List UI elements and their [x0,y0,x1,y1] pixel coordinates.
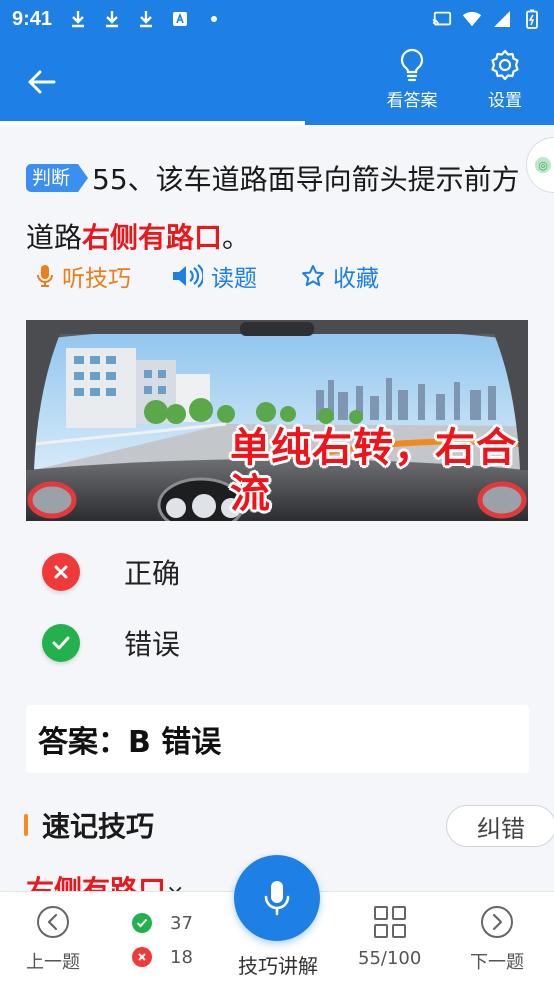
option-incorrect[interactable]: 错误 [42,622,180,664]
show-answer-button[interactable]: 看答案 [376,48,448,118]
microphone-icon [264,881,290,916]
question-highlight: 右侧有路口 [82,221,223,254]
floating-assistant-button[interactable]: ◎ [526,137,554,193]
gear-icon [491,49,519,81]
question-type-tag: 判断 [26,164,89,192]
tip-first-line: 右侧有路口× [26,869,184,891]
system-icons [432,9,542,29]
wrong-count: 18 [170,946,193,968]
notification-icons [68,9,224,29]
status-bar: 9:41 [0,0,554,38]
tips-heading: 速记技巧 [24,805,154,845]
heading-accent-bar [24,814,28,836]
listen-tip-label: 听技巧 [62,266,131,292]
favorite-label: 收藏 [333,266,379,292]
answer-stats[interactable]: 37 18 [132,906,202,974]
previous-question-label: 上一题 [26,952,80,973]
question-text-suffix: 。 [222,221,251,254]
download-icon [68,9,88,29]
answer-text: 答案：B 错误 [38,725,222,760]
app-bar: 看答案 设置 [0,38,554,125]
answer-card: 答案：B 错误 [26,705,529,773]
illustration-caption: 单纯右转，右合流 [230,425,517,517]
question-tools: 听技巧 读题 收藏 [36,259,419,293]
settings-button[interactable]: 设置 [469,48,541,118]
tip-first-line-text: 右侧有路口 [26,874,167,891]
settings-label: 设置 [488,91,522,111]
microphone-icon [36,264,54,288]
previous-question-button[interactable]: 上一题 [26,904,80,974]
tip-first-line-mark: × [166,881,184,891]
next-question-label: 下一题 [470,952,524,973]
correct-count-icon [132,913,152,933]
listen-tip-button[interactable]: 听技巧 [36,259,131,293]
chevron-left-circle-icon [35,904,71,940]
progress-label: 55/100 [358,948,422,969]
chevron-right-circle-icon [479,904,515,940]
star-icon [301,264,325,288]
lightbulb-icon [400,48,424,82]
tip-explanation-label: 技巧讲解 [238,954,318,978]
arrow-left-icon [28,70,56,94]
tips-heading-label: 速记技巧 [42,810,155,843]
battery-icon [522,9,542,29]
option-label: 错误 [124,628,181,661]
download-icon [136,9,156,29]
speaker-icon [171,264,203,288]
cast-icon [432,9,452,29]
question-list-button[interactable]: 55/100 [358,904,421,969]
next-question-button[interactable]: 下一题 [470,904,524,974]
report-error-button[interactable]: 纠错 [446,805,554,847]
option-correct[interactable]: 正确 [42,551,180,593]
question-content: 判断55、该车道路面导向箭头提示前方道路右侧有路口。 ◎ 听技巧 读题 收藏 [0,125,554,891]
option-label: 正确 [124,557,181,590]
more-notifications-dot-icon [204,9,224,29]
read-question-label: 读题 [211,266,257,292]
signal-icon [492,9,512,29]
read-question-button[interactable]: 读题 [171,259,257,293]
correct-count: 37 [170,912,193,934]
wifi-icon [462,9,482,29]
app-notification-icon [170,9,190,29]
question-text: 判断 55、该车道路面导向箭头提示前方道路右侧有路口。 [26,151,530,267]
status-time: 9:41 [12,7,53,30]
wrong-mark-icon [42,553,80,591]
wrong-count-icon [132,947,152,967]
download-icon [102,9,122,29]
back-button[interactable] [20,60,64,104]
show-answer-label: 看答案 [386,91,438,111]
favorite-button[interactable]: 收藏 [301,259,379,293]
tip-explanation-mic-button[interactable] [234,855,320,941]
check-mark-icon [42,624,80,662]
assistant-icon: ◎ [535,157,551,173]
grid-icon [372,904,408,940]
